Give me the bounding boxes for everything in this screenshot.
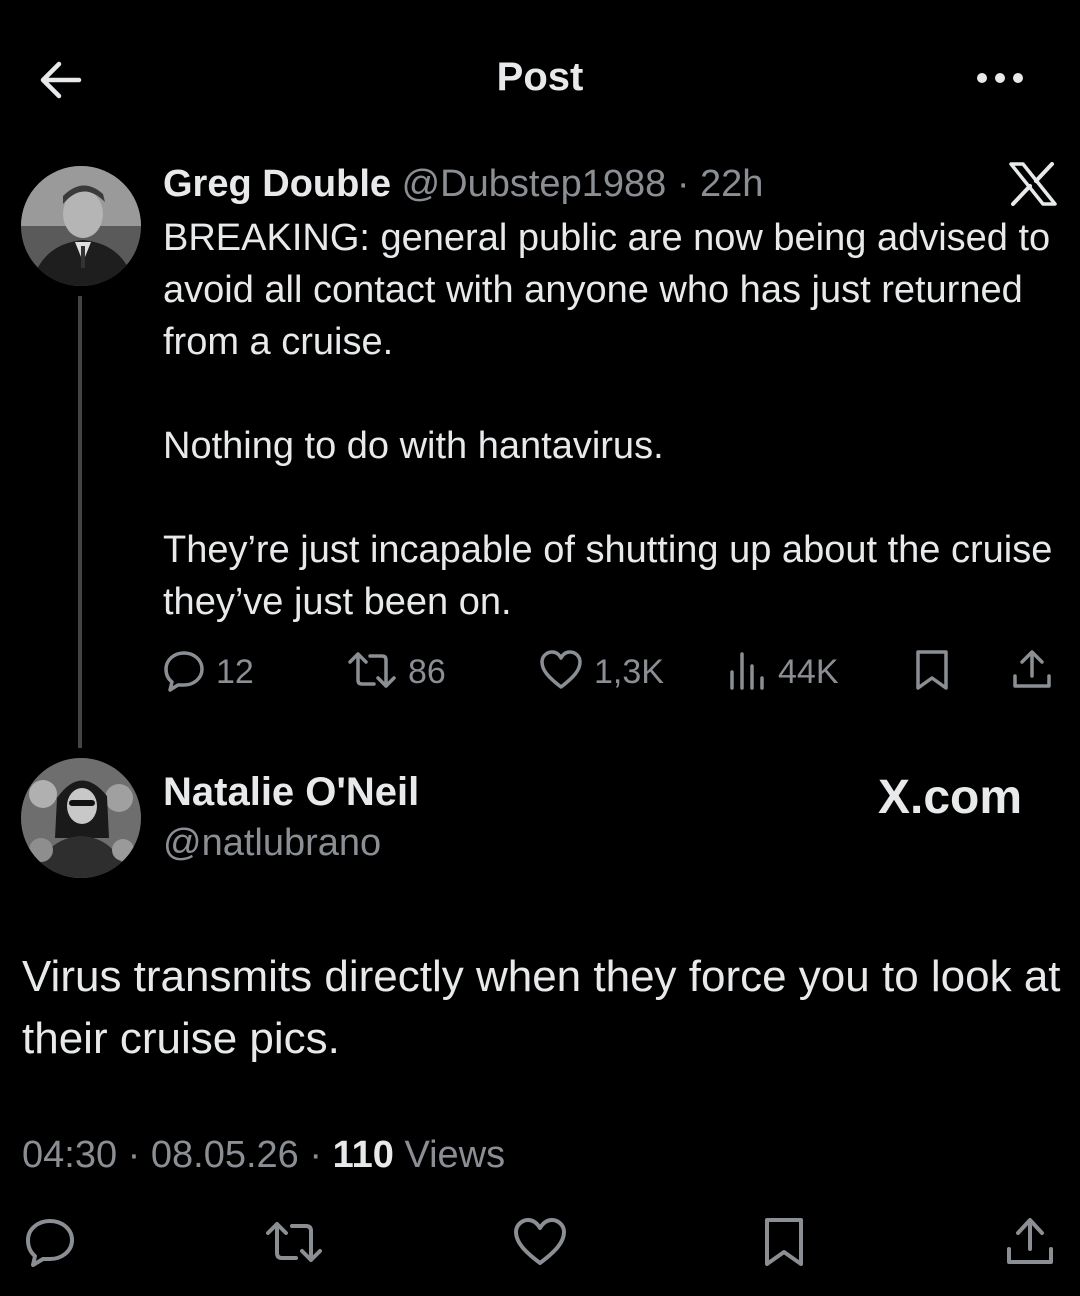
repost-icon bbox=[346, 648, 398, 697]
post2-handle[interactable]: @natlubrano bbox=[163, 822, 381, 865]
views-chart-icon bbox=[728, 648, 768, 697]
post2-date: 08.05.26 bbox=[150, 1134, 299, 1176]
post2-meta: 04:30 · 08.05.26 · 110 Views bbox=[22, 1134, 505, 1177]
post1-bookmark-button[interactable] bbox=[912, 644, 952, 700]
post1-repost-count: 86 bbox=[408, 652, 446, 691]
like-button[interactable] bbox=[508, 1212, 572, 1276]
more-dots-icon bbox=[975, 71, 1025, 90]
post1-views-count: 44K bbox=[778, 652, 839, 691]
post1-reply-button[interactable]: 12 bbox=[162, 644, 254, 700]
post2-paragraph-1: Virus transmits directly when they force… bbox=[22, 952, 1061, 1063]
x-logo-icon bbox=[1008, 162, 1058, 206]
post2-body: Virus transmits directly when they force… bbox=[22, 946, 1062, 1070]
repost-button[interactable] bbox=[262, 1212, 326, 1276]
repost-icon bbox=[264, 1217, 324, 1272]
post1-repost-button[interactable]: 86 bbox=[346, 644, 446, 700]
post2-time: 04:30 bbox=[22, 1134, 118, 1176]
post1-like-button[interactable]: 1,3K bbox=[538, 644, 664, 700]
post1-time[interactable]: 22h bbox=[700, 163, 763, 205]
thread-line bbox=[78, 296, 82, 748]
bookmark-icon bbox=[912, 648, 952, 697]
bookmark-button[interactable] bbox=[752, 1212, 816, 1276]
post1-header: Greg Double @Dubstep1988 · 22h bbox=[163, 160, 763, 208]
page-title: Post bbox=[496, 55, 584, 99]
post1-paragraph-2: Nothing to do with hantavirus. bbox=[163, 425, 664, 467]
post1-views-button[interactable]: 44K bbox=[728, 644, 839, 700]
reply-icon bbox=[162, 648, 206, 697]
post2-separator: · bbox=[309, 1134, 323, 1176]
x-com-watermark: X.com bbox=[878, 771, 1023, 824]
post1-reply-count: 12 bbox=[216, 652, 254, 691]
bookmark-icon bbox=[761, 1215, 807, 1274]
post1-like-count: 1,3K bbox=[594, 652, 664, 691]
post1-body: BREAKING: general public are now being a… bbox=[163, 212, 1063, 628]
post1-paragraph-3: They’re just incapable of shutting up ab… bbox=[163, 529, 1053, 623]
heart-icon bbox=[538, 649, 584, 696]
post1-share-button[interactable] bbox=[1010, 644, 1054, 700]
share-icon bbox=[1010, 648, 1054, 697]
post2-views-count: 110 bbox=[332, 1134, 394, 1176]
post1-separator: · bbox=[676, 163, 690, 205]
avatar-natalie-oneil[interactable] bbox=[21, 758, 141, 878]
post2-author-name[interactable]: Natalie O'Neil bbox=[163, 770, 419, 815]
post1-handle[interactable]: @Dubstep1988 bbox=[402, 163, 667, 205]
post1-author-name[interactable]: Greg Double bbox=[163, 163, 391, 205]
post1-paragraph-1: BREAKING: general public are now being a… bbox=[163, 217, 1051, 363]
reply-button[interactable] bbox=[18, 1212, 82, 1276]
avatar-greg-double[interactable] bbox=[21, 166, 141, 286]
share-button[interactable] bbox=[998, 1212, 1062, 1276]
post2-views-label: Views bbox=[404, 1134, 506, 1176]
post2-separator: · bbox=[127, 1134, 141, 1176]
share-icon bbox=[1003, 1215, 1057, 1274]
heart-icon bbox=[512, 1217, 568, 1272]
reply-icon bbox=[23, 1216, 77, 1273]
more-options-button[interactable] bbox=[965, 52, 1035, 108]
